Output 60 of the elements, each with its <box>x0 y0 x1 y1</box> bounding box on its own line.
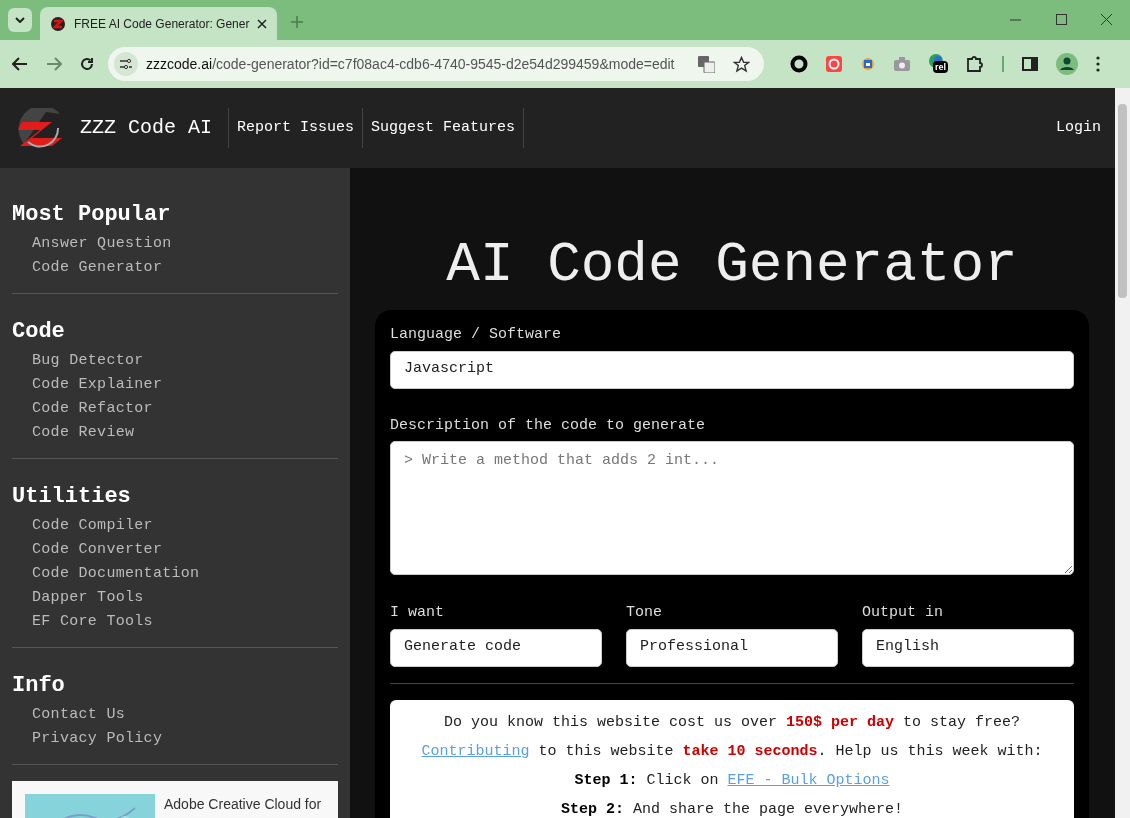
sidebar-link[interactable]: Privacy Policy <box>12 727 338 751</box>
sidebar-link[interactable]: Bug Detector <box>12 349 338 373</box>
field-label: Language / Software <box>390 325 563 345</box>
select-field[interactable]: Professional <box>626 628 838 667</box>
notice-text: Do you know this website cost us over 150$ per day to stay free? <box>443 712 1021 733</box>
extension-badge: rel <box>933 61 948 73</box>
avatar-icon[interactable] <box>1056 53 1078 75</box>
translate-icon[interactable] <box>698 55 715 73</box>
section-heading: Utilities <box>12 484 132 510</box>
section-heading: Code <box>12 319 66 345</box>
close-icon[interactable] <box>257 18 268 29</box>
star-icon[interactable] <box>733 55 750 73</box>
select-field[interactable]: English <box>862 628 1074 667</box>
back-icon[interactable] <box>12 57 28 71</box>
notice-text: Contributing to this website take 10 seconds. Help us this week with: <box>421 741 1043 762</box>
site-settings-icon[interactable] <box>114 52 138 76</box>
sidebar-link[interactable]: Code Documentation <box>12 562 338 586</box>
site-title[interactable]: ZZZ Code AI <box>80 113 213 143</box>
field-label: Description of the code to generate <box>390 415 707 436</box>
notice-text: Step 2: And share the page everywhere! <box>560 799 904 818</box>
chevron-down-icon <box>15 17 25 23</box>
sidebar-link[interactable]: Code Refactor <box>12 397 338 421</box>
reload-icon[interactable] <box>80 57 94 71</box>
url-text: zzzcode.ai/code-generator?id=c7f08ac4-cdb6-4740-9545-d2e54d299459&mode=edit <box>146 54 676 74</box>
side-panel-icon[interactable] <box>1022 57 1038 71</box>
section-heading: Most Popular <box>12 202 172 228</box>
login-link[interactable]: Login <box>1056 116 1101 140</box>
tab-search-button[interactable] <box>8 8 32 32</box>
sidebar-link[interactable]: EF Core Tools <box>12 610 338 634</box>
tab-title: FREE AI Code Generator: Gener <box>74 15 250 33</box>
field-label: I want <box>390 603 445 623</box>
sidebar-link[interactable]: Answer Question <box>12 232 338 256</box>
description-field[interactable]: > Write a method that adds 2 int... <box>390 441 1074 575</box>
notice-text: Step 1: Click on EFE - Bulk Options <box>574 770 890 791</box>
forward-icon[interactable] <box>46 57 62 71</box>
menu-icon[interactable] <box>1096 56 1100 72</box>
sidebar-link[interactable]: Code Generator <box>12 256 338 280</box>
logo-icon <box>50 15 66 32</box>
ad-card[interactable]: Adobe Creative Cloud for <box>12 781 338 818</box>
sidebar-link[interactable]: Code Explainer <box>12 373 338 397</box>
field-label: Output in <box>862 603 944 623</box>
sidebar-link[interactable]: Contact Us <box>12 703 338 727</box>
select-field[interactable]: Generate code <box>390 628 602 667</box>
browser-tab[interactable]: FREE AI Code Generator: Gener <box>40 7 278 40</box>
maximize-icon[interactable] <box>1056 14 1067 25</box>
sidebar-link[interactable]: Code Review <box>12 421 338 445</box>
section-heading: Info <box>12 673 66 699</box>
language-field[interactable]: Javascript <box>390 350 1074 389</box>
nav-link[interactable]: Suggest Features <box>362 108 525 148</box>
ad-title[interactable]: Adobe Creative Cloud for <box>164 794 322 815</box>
sidebar-link[interactable]: Code Converter <box>12 538 338 562</box>
address-bar[interactable]: zzzcode.ai/code-generator?id=c7f08ac4-cdb6-4740-9545-d2e54d299459&mode=edit <box>108 47 764 81</box>
field-label: Tone <box>626 603 663 623</box>
scrollbar[interactable] <box>1115 88 1130 818</box>
page-title: AI Code Generator <box>445 232 1019 299</box>
ring-icon[interactable] <box>790 55 808 73</box>
sidebar-link[interactable]: Dapper Tools <box>12 586 338 610</box>
close-icon[interactable] <box>1101 14 1112 25</box>
nav-link[interactable]: Report Issues <box>228 108 363 148</box>
sidebar-link[interactable]: Code Compiler <box>12 514 338 538</box>
